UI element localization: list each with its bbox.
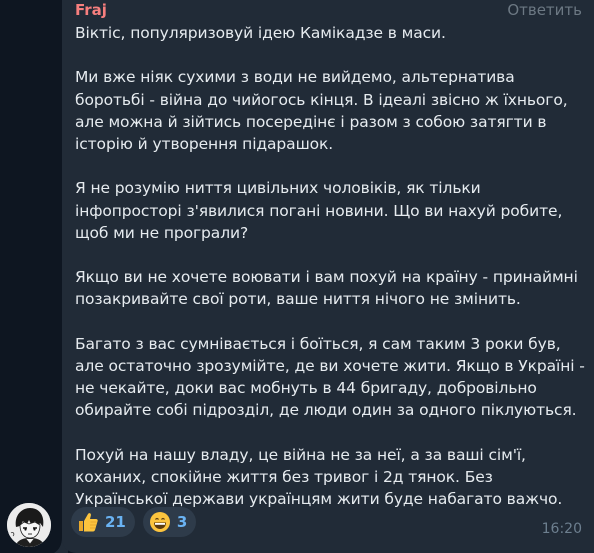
reaction-count: 21 [105, 513, 126, 531]
reply-button[interactable]: Ответить [507, 1, 582, 19]
message-bubble[interactable]: Fraj Ответить Віктіс, популяризовуй ідею… [62, 0, 594, 553]
reaction-grinning[interactable]: 3 [142, 507, 197, 537]
reaction-count: 3 [176, 513, 188, 531]
sender-name[interactable]: Fraj [75, 1, 107, 19]
chat-area: Fraj Ответить Віктіс, популяризовуй ідею… [0, 0, 594, 553]
thumbs-up-icon [77, 511, 99, 533]
grinning-face-icon [149, 511, 171, 533]
sender-avatar[interactable] [7, 503, 51, 547]
anime-avatar-icon [7, 503, 51, 547]
message-text: Віктіс, популяризовуй ідею Камікадзе в м… [75, 24, 585, 509]
reactions-bar: 21 3 [71, 507, 197, 537]
reaction-thumbs-up[interactable]: 21 [71, 507, 135, 537]
message-time: 16:20 [541, 521, 582, 537]
